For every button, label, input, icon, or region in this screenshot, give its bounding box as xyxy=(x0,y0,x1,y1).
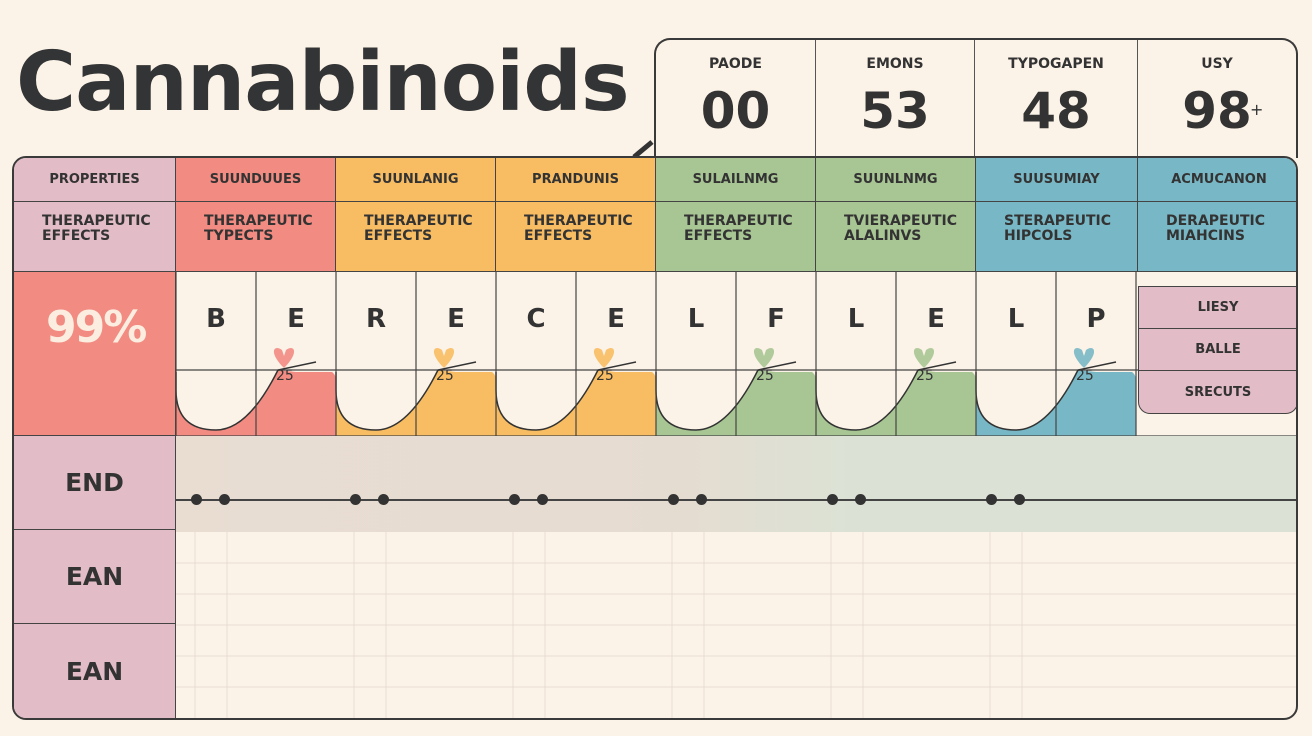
timeline-dot[interactable] xyxy=(827,494,838,505)
row-label-ean[interactable]: EAN xyxy=(14,530,176,624)
row-label-end[interactable]: END xyxy=(14,436,176,530)
stat-emons: EMONS 53 xyxy=(816,40,975,158)
effects-cell: TVIERAPEUTIC ALALINVS xyxy=(816,202,976,272)
timeline-dot[interactable] xyxy=(378,494,389,505)
timeline-dot[interactable] xyxy=(855,494,866,505)
strain-letter[interactable]: C xyxy=(496,304,576,334)
header-cell[interactable]: ACMUCANON xyxy=(1138,158,1296,202)
plus-icon: + xyxy=(1250,100,1264,119)
menu-item[interactable]: BALLE xyxy=(1139,329,1296,371)
bubble-value: 25 xyxy=(1076,368,1094,384)
bubble-value: 25 xyxy=(436,368,454,384)
strain-letter[interactable]: E xyxy=(416,304,496,334)
header-cell[interactable]: PROPERTIES xyxy=(14,158,176,202)
stats-card: PAODE 00 EMONS 53 TYPOGAPEN 48 USY 98 + xyxy=(654,38,1298,158)
strain-letter[interactable]: E xyxy=(576,304,656,334)
bubble-value: 25 xyxy=(756,368,774,384)
effects-cell: DERAPEUTIC MIAHCINS xyxy=(1138,202,1296,272)
stat-typogapen: TYPOGAPEN 48 xyxy=(975,40,1138,158)
stat-value: 98 xyxy=(1182,82,1252,140)
header-cell[interactable]: SUUSUMIAY xyxy=(976,158,1138,202)
strain-letter[interactable]: P xyxy=(1056,304,1136,334)
side-menu: LIESY BALLE SRECUTS xyxy=(1138,286,1296,414)
strain-letter[interactable]: E xyxy=(256,304,336,334)
header-cell[interactable]: SUUNLNMG xyxy=(816,158,976,202)
header-row-effects: THERAPEUTIC EFFECTS THERAPEUTIC TYPECTS … xyxy=(14,202,1296,272)
strain-letter[interactable]: L xyxy=(976,304,1056,334)
effects-cell: THERAPEUTIC EFFECTS xyxy=(496,202,656,272)
strain-letter[interactable]: R xyxy=(336,304,416,334)
stat-value: 53 xyxy=(860,82,930,140)
timeline-line xyxy=(176,499,1296,501)
stat-label: PAODE xyxy=(709,56,762,72)
percent-cell: 99% xyxy=(14,272,176,436)
strain-letter[interactable]: L xyxy=(816,304,896,334)
header-cell[interactable]: SUUNDUUES xyxy=(176,158,336,202)
strain-letter[interactable]: B xyxy=(176,304,256,334)
timeline-dot[interactable] xyxy=(219,494,230,505)
timeline-band xyxy=(176,436,1296,532)
cannabinoid-table: PROPERTIES SUUNDUUES SUUNLANIG PRANDUNIS… xyxy=(12,156,1298,720)
stat-label: USY xyxy=(1201,56,1233,72)
menu-item[interactable]: LIESY xyxy=(1139,287,1296,329)
timeline-dot[interactable] xyxy=(696,494,707,505)
page-title: Cannabinoids xyxy=(16,35,630,130)
header-cell[interactable]: SUUNLANIG xyxy=(336,158,496,202)
effects-cell: THERAPEUTIC EFFECTS xyxy=(656,202,816,272)
menu-item[interactable]: SRECUTS xyxy=(1139,371,1296,413)
strain-letter[interactable]: E xyxy=(896,304,976,334)
stat-paode: PAODE 00 xyxy=(656,40,816,158)
timeline-dot[interactable] xyxy=(537,494,548,505)
header-row-categories: PROPERTIES SUUNDUUES SUUNLANIG PRANDUNIS… xyxy=(14,158,1296,202)
effects-cell: STERAPEUTIC HIPCOLS xyxy=(976,202,1138,272)
timeline-dot[interactable] xyxy=(509,494,520,505)
stat-usy: USY 98 + xyxy=(1138,40,1296,158)
stat-label: TYPOGAPEN xyxy=(1008,56,1104,72)
bubble-value: 25 xyxy=(916,368,934,384)
header-cell[interactable]: PRANDUNIS xyxy=(496,158,656,202)
timeline-dot[interactable] xyxy=(1014,494,1025,505)
percent-value: 99% xyxy=(46,302,147,353)
timeline-dot[interactable] xyxy=(191,494,202,505)
strain-letter[interactable]: F xyxy=(736,304,816,334)
stat-label: EMONS xyxy=(866,56,924,72)
effects-cell: THERAPEUTIC EFFECTS xyxy=(14,202,176,272)
empty-grid xyxy=(176,532,1296,718)
effects-cell: THERAPEUTIC EFFECTS xyxy=(336,202,496,272)
stat-value: 00 xyxy=(700,82,771,140)
bubble-value: 25 xyxy=(276,368,294,384)
strain-letter[interactable]: L xyxy=(656,304,736,334)
bubble-value: 25 xyxy=(596,368,614,384)
row-label-ean[interactable]: EAN xyxy=(14,624,176,718)
effects-cell: THERAPEUTIC TYPECTS xyxy=(176,202,336,272)
timeline-dot[interactable] xyxy=(350,494,361,505)
timeline-dot[interactable] xyxy=(668,494,679,505)
header-cell[interactable]: SULAILNMG xyxy=(656,158,816,202)
timeline-dot[interactable] xyxy=(986,494,997,505)
stat-value: 48 xyxy=(1021,82,1091,140)
